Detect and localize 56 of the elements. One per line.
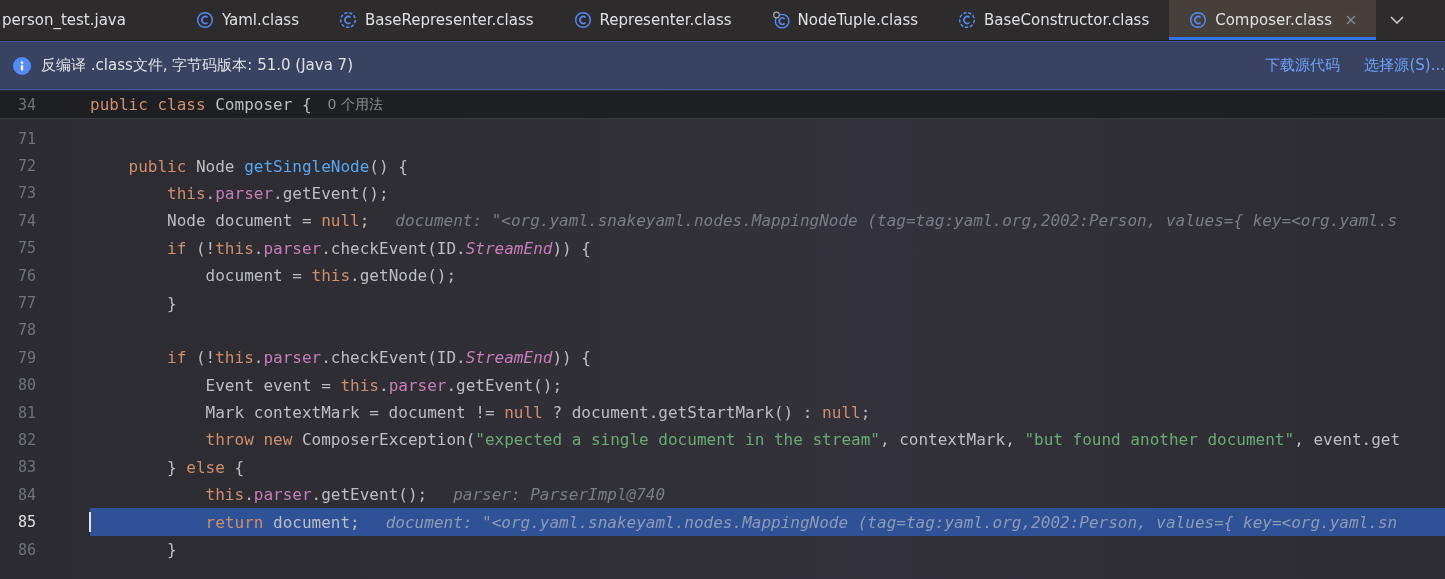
code-line: return document; [204,512,360,532]
notice-link[interactable]: 选择源(S)... [1364,56,1445,75]
code-line: } else { [166,457,245,477]
class-icon [573,11,592,29]
editor-tab[interactable]: NodeTuple.class [751,0,939,40]
line-number: 73 [16,184,36,203]
editor-tab[interactable]: Yaml.class [175,0,319,40]
line-number: 82 [16,431,36,449]
close-icon[interactable] [1346,15,1356,25]
code-line: Mark contextMark = document != null ? document.getStartMark() : null; [204,403,871,423]
line-number: 78 [16,321,36,340]
editor-tab[interactable]: person_test.java [0,0,176,40]
class-icon [195,11,214,29]
class-icon [1189,11,1208,29]
abstract-class-icon [958,11,977,29]
inline-debug-value: document: "<org.yaml.snakeyaml.nodes.MappingNode (tag=tag:yaml.org,2002:Person, values={ key=<org.yaml.s [395,211,1398,231]
code-line: Event event = this.parser.getEvent(); [204,375,562,395]
line-number: 81 [16,403,36,422]
line-number: 71 [16,129,36,148]
editor-tab[interactable]: Representer.class [553,0,752,40]
code-line: public class Composer { [90,95,312,114]
line-number: 74 [16,211,36,230]
code-line: } [166,540,177,560]
chevron-down-icon[interactable] [1390,16,1404,24]
abstract-class-icon [339,11,357,29]
code-line: this.parser.getEvent(); [204,485,428,505]
editor-tab[interactable]: Composer.class [1169,0,1376,40]
line-number: 72 [16,157,36,176]
line-number: 80 [16,376,36,395]
notice-link[interactable]: 下载源代码 [1265,56,1341,75]
inline-debug-value: parser: ParserImpl@740 [453,485,666,505]
inline-debug-value: document: "<org.yaml.snakeyaml.nodes.MappingNode (tag=tag:yaml.org,2002:Person, values={ key=<org.yaml.sn [385,512,1398,532]
line-number: 79 [16,348,36,367]
editor-tab[interactable]: BaseConstructor.class [938,0,1170,40]
code-line: this.parser.getEvent(); [166,183,389,203]
text-caret [89,512,91,533]
code-line: document = this.getNode(); [204,266,457,286]
code-line: Node document = null; [166,211,370,231]
code-line: } [166,293,177,313]
line-number: 85 [16,513,36,532]
editor-tab[interactable]: BaseRepresenter.class [319,0,554,40]
line-number: 75 [16,239,36,258]
line-number: 34 [16,95,36,114]
line-number: 77 [16,294,36,313]
code-line: throw new ComposerException("expected a single document in the stream", contextMark, "but found another document", event.get [204,430,1401,450]
class-icon [771,11,790,29]
usages-hint[interactable]: 0 个用法 [327,95,383,114]
line-number: 84 [16,485,36,504]
code-line: if (!this.parser.checkEvent(ID.StreamEnd)) { [166,238,591,258]
info-icon [13,56,31,75]
code-line: if (!this.parser.checkEvent(ID.StreamEnd)) { [166,348,591,368]
line-number: 86 [16,540,36,559]
code-line: public Node getSingleNode() { [127,156,408,176]
notice-text: 反编译 .class文件, 字节码版本: 51.0 (Java 7) [41,56,353,75]
line-number: 76 [16,266,36,285]
line-number: 83 [16,458,36,477]
